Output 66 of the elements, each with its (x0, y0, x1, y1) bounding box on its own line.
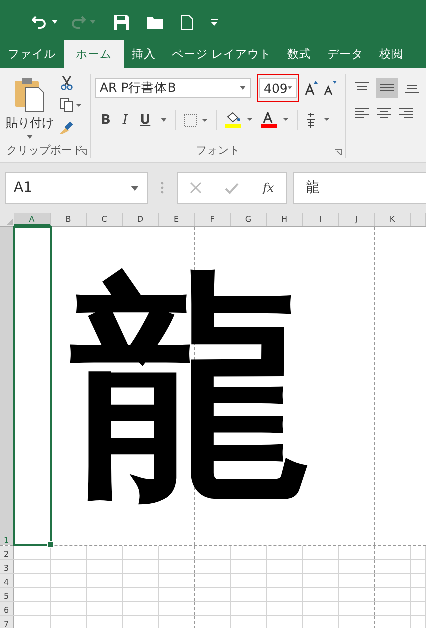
underline-button[interactable]: U (138, 112, 153, 128)
font-color-icon[interactable] (260, 112, 289, 128)
ribbon-tab[interactable]: ファイル (0, 40, 64, 68)
row-header[interactable]: 1 (0, 227, 14, 545)
undo-icon[interactable] (32, 14, 48, 30)
column-header[interactable]: A (14, 213, 51, 226)
folder-icon[interactable] (147, 15, 163, 29)
align-right-icon[interactable] (398, 108, 414, 120)
launcher-icon[interactable] (335, 149, 342, 156)
row-header[interactable]: 7 (0, 616, 14, 628)
document-icon[interactable] (181, 14, 193, 30)
column-header[interactable]: I (303, 213, 339, 226)
ribbon-tab[interactable]: 数式 (280, 40, 320, 68)
grip-icon[interactable] (161, 182, 164, 194)
name-box[interactable]: A1 (5, 172, 148, 204)
font-name-field[interactable]: AR P行書体B (95, 78, 251, 98)
active-cell[interactable] (13, 226, 52, 546)
phonetic-icon[interactable] (306, 112, 330, 128)
row-header[interactable]: 3 (0, 560, 14, 573)
border-icon[interactable] (184, 114, 208, 126)
align-center-icon[interactable] (376, 108, 392, 120)
save-icon[interactable] (114, 14, 129, 30)
caret-icon[interactable] (240, 86, 246, 90)
column-header[interactable]: H (267, 213, 303, 226)
align-left-icon[interactable] (354, 108, 370, 120)
caret-icon[interactable] (131, 186, 139, 190)
copy-icon[interactable] (60, 98, 82, 112)
column-header[interactable]: B (51, 213, 87, 226)
column-header[interactable]: D (123, 213, 159, 226)
ribbon-tab[interactable]: ページ レイアウト (164, 40, 280, 68)
align-middle-icon[interactable] (376, 78, 398, 98)
fill-color-icon[interactable] (224, 112, 253, 128)
column-header[interactable]: J (339, 213, 375, 226)
launcher-icon[interactable] (80, 149, 87, 156)
cell-text: 龍 (70, 268, 310, 508)
font-size-field[interactable]: 409 (259, 78, 297, 98)
group-label: クリップボード (6, 143, 84, 158)
row-header[interactable]: 6 (0, 602, 14, 615)
row-header[interactable]: 2 (0, 546, 14, 559)
paste-button[interactable]: 貼り付け (6, 74, 54, 143)
scissors-icon[interactable] (60, 76, 74, 90)
customize-icon[interactable] (211, 18, 218, 26)
caret-icon[interactable] (288, 86, 292, 90)
column-header[interactable]: G (231, 213, 267, 226)
group-label: フォント (196, 143, 240, 158)
ribbon-tab[interactable]: 挿入 (124, 40, 164, 68)
caret-icon (27, 135, 33, 139)
column-header[interactable]: E (159, 213, 195, 226)
row-header[interactable]: 5 (0, 588, 14, 601)
caret-icon[interactable] (160, 118, 167, 122)
shrink-font-icon[interactable] (324, 81, 337, 95)
grow-font-icon[interactable] (305, 81, 318, 95)
column-header[interactable]: F (195, 213, 231, 226)
caret-icon[interactable] (52, 20, 58, 24)
row-header[interactable]: 4 (0, 574, 14, 587)
clipboard-icon (15, 78, 45, 112)
italic-button[interactable]: I (120, 112, 130, 128)
bold-button[interactable]: B (99, 112, 113, 128)
ribbon-tab[interactable]: ホーム (64, 40, 124, 68)
formula-field[interactable]: 龍 (293, 172, 426, 204)
insert-function-button[interactable]: fx (262, 181, 274, 195)
column-header[interactable]: C (87, 213, 123, 226)
column-header[interactable]: K (375, 213, 411, 226)
ribbon-tab[interactable]: データ (320, 40, 372, 68)
brush-icon[interactable] (60, 120, 74, 134)
ribbon-tab[interactable]: 校閲 (372, 40, 412, 68)
